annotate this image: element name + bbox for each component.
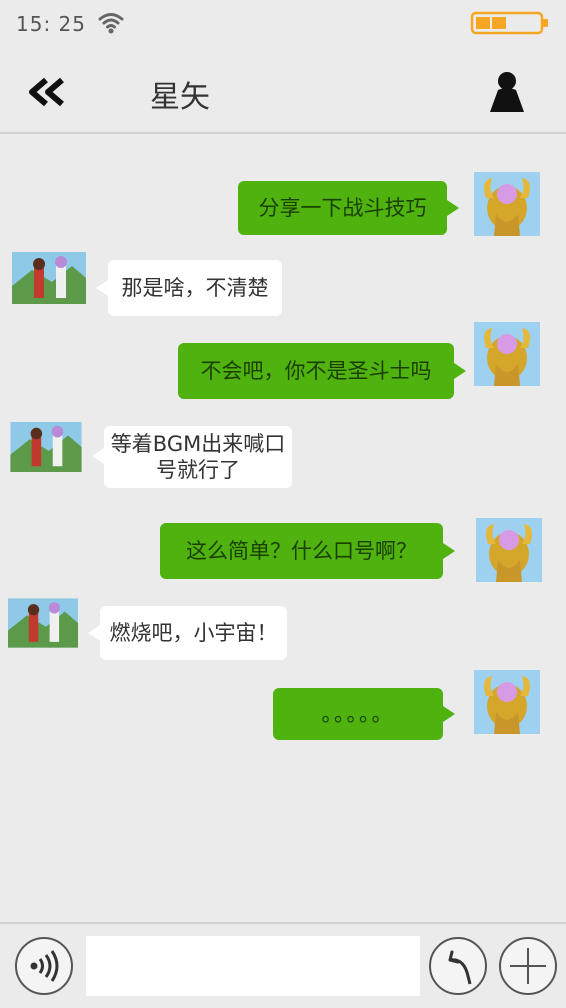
message-bubble-outgoing[interactable]: 分享一下战斗技巧 [238, 181, 459, 235]
message-text: 这么简单？什么口号啊？ [186, 539, 417, 563]
message-bubble-outgoing[interactable]: 不会吧，你不是圣斗士吗 [178, 343, 466, 399]
message-bubble-incoming[interactable]: 燃烧吧，小宇宙！ [88, 606, 287, 660]
message-text: 分享一下战斗技巧 [258, 196, 427, 220]
message-bubble-outgoing[interactable]: 这么简单？什么口号啊？ [160, 523, 455, 579]
message-bubble-outgoing[interactable]: 。。。。。 [273, 688, 455, 740]
self-avatar[interactable] [474, 172, 540, 236]
contact-avatar[interactable] [10, 422, 82, 472]
self-avatar[interactable] [476, 518, 542, 582]
self-avatar[interactable] [474, 670, 540, 734]
message-text: 燃烧吧，小宇宙！ [109, 621, 278, 645]
voice-icon[interactable] [14, 936, 74, 996]
status-time: 15: 25 [16, 12, 86, 36]
person-icon[interactable] [486, 70, 528, 114]
message-text: 不会吧，你不是圣斗士吗 [200, 359, 432, 383]
message-text: 等着BGM出来喊口 号就行了 [110, 432, 286, 482]
self-avatar[interactable] [474, 322, 540, 386]
message-text: 那是啥，不清楚 [121, 276, 269, 300]
message-text: 。。。。。 [321, 702, 395, 726]
message-bubble-incoming[interactable]: 那是啥，不清楚 [96, 260, 282, 316]
contact-avatar[interactable] [8, 598, 78, 648]
contact-avatar[interactable] [12, 252, 86, 304]
nav-bar: 星矢 [0, 50, 566, 134]
chat-title: 星矢 [150, 80, 210, 115]
double-chevron-left-icon[interactable] [26, 76, 70, 108]
message-bubble-incoming[interactable]: 等着BGM出来喊口 号就行了 [92, 426, 292, 488]
input-bar [0, 922, 566, 1008]
curved-arrow-icon[interactable] [428, 936, 488, 996]
wifi-icon [98, 13, 124, 34]
message-input[interactable] [86, 936, 420, 996]
plus-icon[interactable] [498, 936, 558, 996]
battery-icon [470, 11, 548, 35]
status-bar: 15: 25 [0, 0, 566, 50]
